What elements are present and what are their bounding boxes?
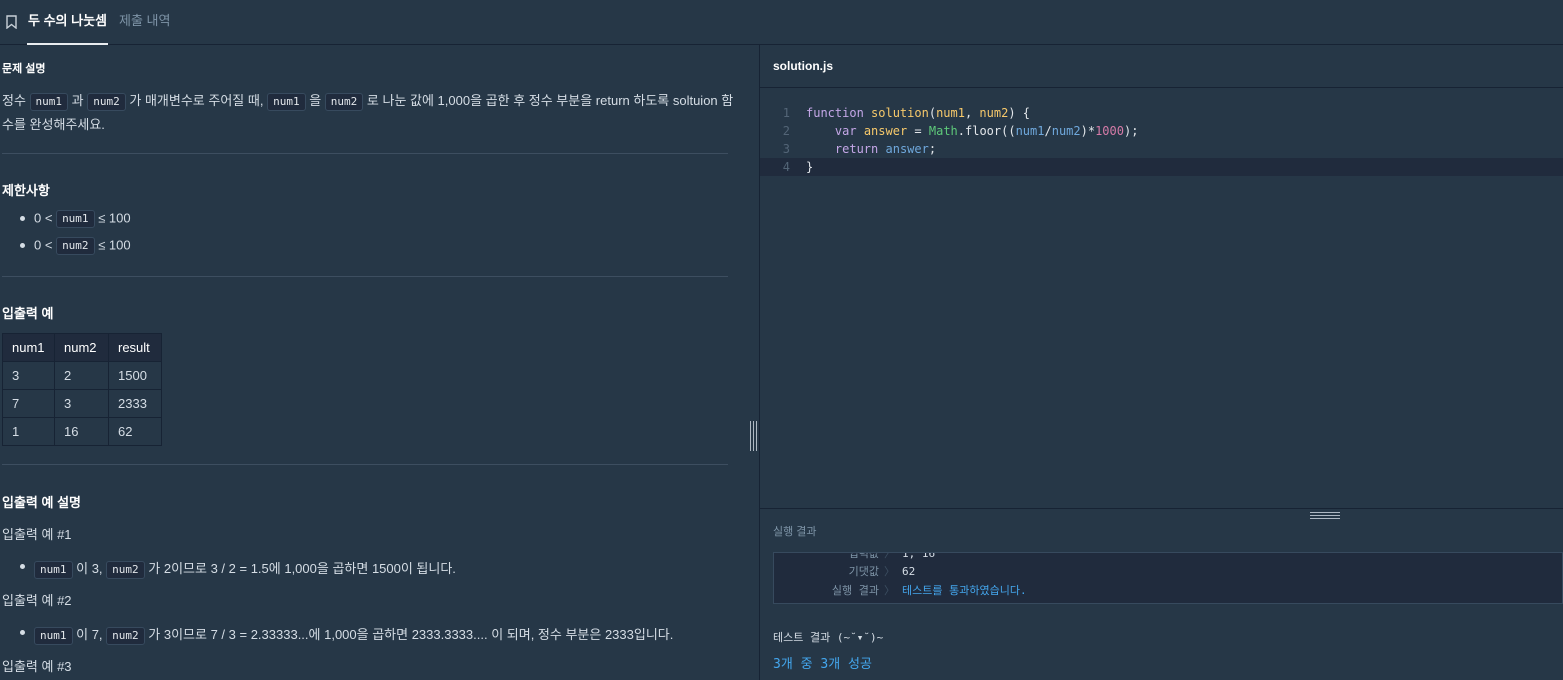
example-label: 입출력 예 #2 bbox=[2, 593, 72, 608]
constraint-item: 0 < num2 ≤ 100 bbox=[34, 237, 131, 255]
table-row: 3 2 1500 bbox=[2, 361, 162, 390]
line-number: 2 bbox=[782, 124, 790, 138]
problem-tab-bar: 두 수의 나눗셈 제출 내역 bbox=[0, 0, 1563, 45]
table-cell: 2 bbox=[54, 361, 109, 390]
result-key: 실행 결과 bbox=[831, 584, 879, 597]
example-explanation: num1 이 3, num2 가 2이므로 3 / 2 = 1.5에 1,000… bbox=[34, 558, 456, 579]
explain-title: 입출력 예 설명 bbox=[2, 495, 81, 510]
code-num1: num1 bbox=[267, 92, 306, 111]
code-text: var answer = Math.floor((num1/num2)*1000… bbox=[834, 124, 1139, 138]
test-summary: 3개 중 3개 성공 bbox=[773, 657, 872, 672]
examples-title: 입출력 예 bbox=[2, 306, 54, 321]
chevron-right-icon: 〉 bbox=[884, 565, 895, 578]
description-title: 문제 설명 bbox=[2, 63, 46, 75]
table-cell: 1 bbox=[2, 417, 55, 446]
divider bbox=[2, 153, 728, 154]
table-header: num2 bbox=[54, 333, 109, 362]
example-label: 입출력 예 #3 bbox=[2, 659, 72, 674]
editor-panel: solution.js 1 function solution(num1, nu… bbox=[760, 45, 1563, 680]
line-number: 4 bbox=[782, 160, 790, 174]
divider bbox=[2, 464, 728, 465]
tab-problem[interactable]: 두 수의 나눗셈 bbox=[27, 0, 108, 45]
code-num1: num1 bbox=[29, 92, 69, 111]
line-number: 1 bbox=[782, 106, 790, 120]
result-header: 실행 결과 bbox=[760, 508, 1563, 552]
table-header-row: num1 num2 result bbox=[2, 333, 162, 362]
bullet bbox=[20, 564, 25, 569]
result-box: 입력값 〉 1, 16 기댓값 〉 62 실행 결과 〉 테스트를 통과하였습니… bbox=[773, 552, 1563, 604]
table-cell: 2333 bbox=[108, 389, 162, 418]
file-tab-bar: solution.js bbox=[760, 45, 1563, 88]
table-row: 7 3 2333 bbox=[2, 389, 162, 418]
result-row: 입력값 〉 1, 16 bbox=[774, 552, 1562, 563]
table-cell: 3 bbox=[2, 361, 55, 390]
constraints-title: 제한사항 bbox=[2, 183, 50, 198]
file-name: solution.js bbox=[773, 59, 833, 73]
chevron-right-icon: 〉 bbox=[884, 552, 895, 560]
example-explanation: num1 이 7, num2 가 3이므로 7 / 3 = 2.33333...… bbox=[34, 624, 673, 645]
code-line-current: 4 } bbox=[760, 158, 1563, 176]
result-row: 실행 결과 〉 테스트를 통과하였습니다. bbox=[774, 582, 1562, 600]
result-row: 기댓값 〉 62 bbox=[774, 563, 1562, 581]
bookmark-icon[interactable] bbox=[6, 15, 17, 29]
code-line: 2 var answer = Math.floor((num1/num2)*10… bbox=[760, 122, 1563, 140]
table-cell: 62 bbox=[108, 417, 162, 446]
code-num2: num2 bbox=[324, 92, 364, 111]
table-cell: 16 bbox=[54, 417, 109, 446]
result-value: 테스트를 통과하였습니다. bbox=[902, 584, 1027, 597]
panel-splitter[interactable] bbox=[740, 45, 760, 680]
table-cell: 1500 bbox=[108, 361, 162, 390]
code-num2: num2 bbox=[87, 92, 126, 111]
table-cell: 7 bbox=[2, 389, 55, 418]
result-key: 기댓값 bbox=[848, 565, 879, 578]
result-value: 1, 16 bbox=[902, 552, 936, 560]
result-console[interactable]: 입력값 〉 1, 16 기댓값 〉 62 실행 결과 〉 테스트를 통과하였습니… bbox=[760, 552, 1563, 680]
tab-submissions[interactable]: 제출 내역 bbox=[119, 0, 170, 45]
example-label: 입출력 예 #1 bbox=[2, 527, 72, 542]
constraint-item: 0 < num1 ≤ 100 bbox=[34, 210, 131, 228]
result-value: 62 bbox=[902, 565, 916, 578]
description-line-2: 수를 완성해주세요. bbox=[2, 117, 105, 132]
table-header: result bbox=[108, 333, 162, 362]
bullet bbox=[20, 630, 25, 635]
table-row: 1 16 62 bbox=[2, 417, 162, 446]
result-key: 입력값 bbox=[848, 552, 879, 560]
test-summary-label: 테스트 결과 (~˘▾˘)~ bbox=[773, 631, 884, 644]
result-title: 실행 결과 bbox=[773, 526, 817, 538]
code-line: 1 function solution(num1, num2) { bbox=[760, 104, 1563, 122]
code-line: 3 return answer; bbox=[760, 140, 1563, 158]
description-line-1: 정수 num1 과 num2 가 매개변수로 주어질 때, num1 을 num… bbox=[2, 90, 733, 111]
table-cell: 3 bbox=[54, 389, 109, 418]
chevron-right-icon: 〉 bbox=[884, 584, 895, 597]
bullet bbox=[20, 216, 25, 221]
line-number: 3 bbox=[782, 142, 790, 156]
bullet bbox=[20, 243, 25, 248]
divider bbox=[2, 276, 728, 277]
examples-table: num1 num2 result 3 2 1500 7 3 2333 1 16 … bbox=[2, 333, 162, 446]
code-text: return answer; bbox=[834, 142, 937, 156]
code-editor[interactable]: 1 function solution(num1, num2) { 2 var … bbox=[760, 89, 1563, 509]
problem-panel: 문제 설명 정수 num1 과 num2 가 매개변수로 주어질 때, num1… bbox=[0, 45, 740, 680]
table-header: num1 bbox=[2, 333, 55, 362]
vertical-grip-icon[interactable] bbox=[750, 421, 758, 451]
code-text: function solution(num1, num2) { bbox=[806, 106, 1031, 120]
code-text: } bbox=[806, 160, 814, 174]
horizontal-grip-icon[interactable] bbox=[1310, 512, 1340, 520]
